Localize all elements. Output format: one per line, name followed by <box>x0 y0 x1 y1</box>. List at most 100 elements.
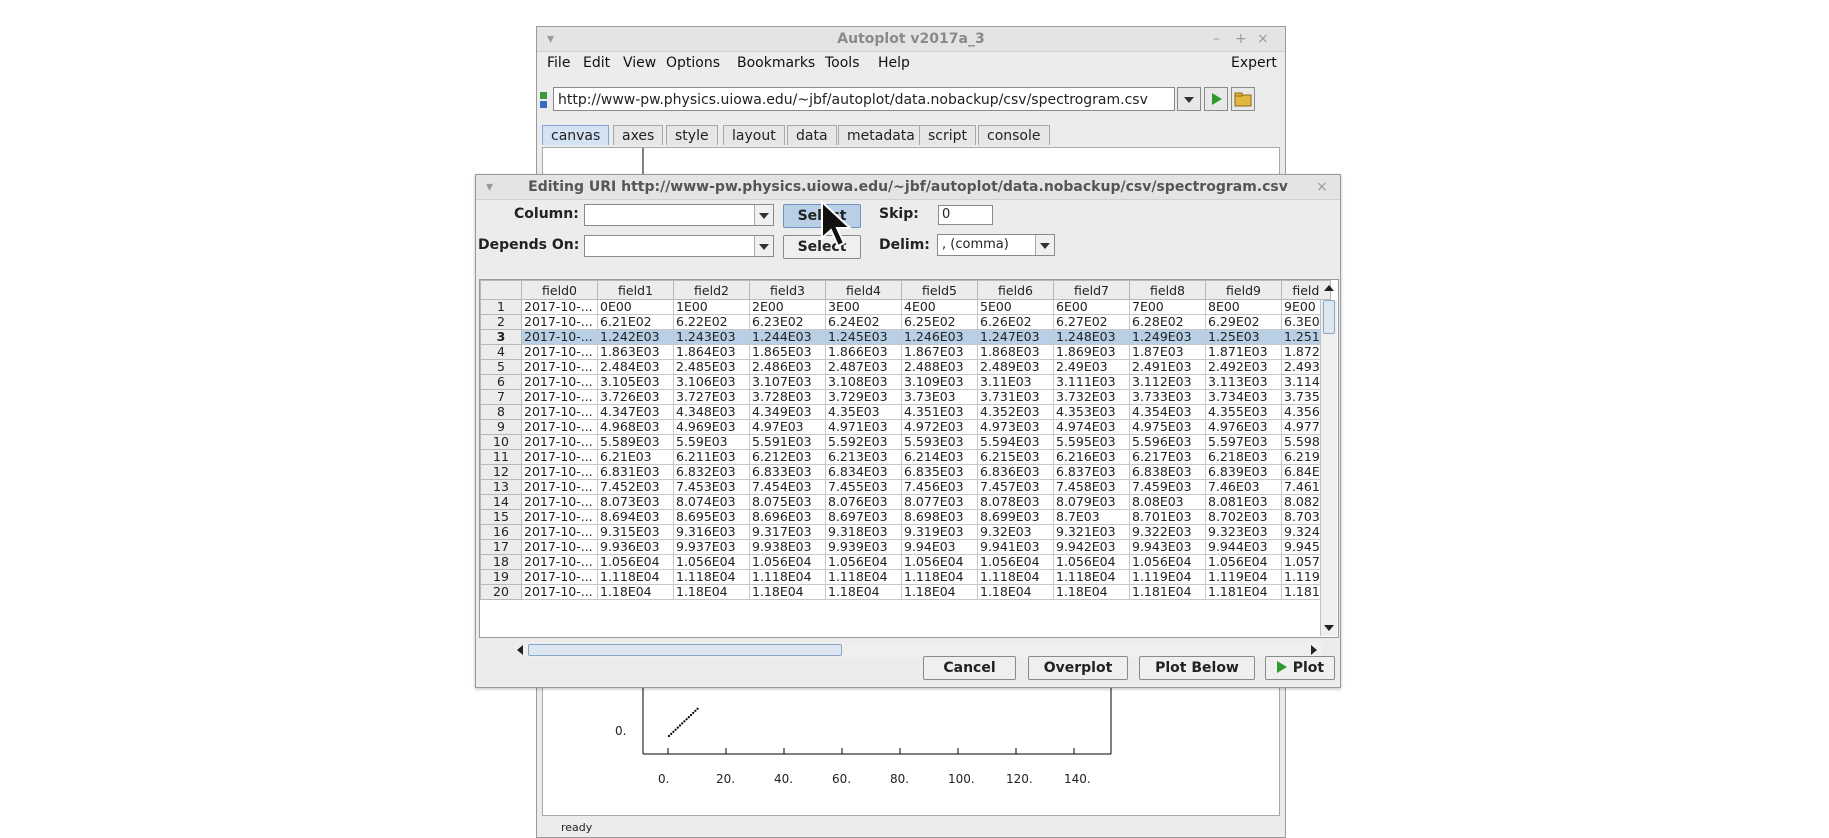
table-cell[interactable]: 8.077E03 <box>901 494 978 510</box>
tab-layout[interactable]: layout <box>723 125 785 145</box>
table-cell[interactable]: 1.056E04 <box>901 554 978 570</box>
table-row[interactable]: 9 2017-10-... 4.968E03 4.969E03 4.97E03 4.971… <box>480 419 1331 435</box>
table-cell[interactable]: 8.076E03 <box>825 494 902 510</box>
table-cell[interactable]: 6.29E02 <box>1205 314 1282 330</box>
table-cell[interactable]: 3.112E03 <box>1129 374 1206 390</box>
table-cell[interactable]: 8.694E03 <box>597 509 674 525</box>
column-header[interactable]: field1 <box>597 280 674 300</box>
minimize-icon[interactable]: – <box>1213 31 1220 47</box>
table-cell[interactable]: 1.056E04 <box>749 554 826 570</box>
table-cell[interactable]: 2.488E03 <box>901 359 978 375</box>
table-cell[interactable]: 4.349E03 <box>749 404 826 420</box>
table-cell[interactable]: 2.491E03 <box>1129 359 1206 375</box>
table-cell[interactable]: 1.181E04 <box>1205 584 1282 600</box>
table-cell[interactable]: 1.871E03 <box>1205 344 1282 360</box>
uri-input[interactable]: http://www-pw.physics.uiowa.edu/~jbf/aut… <box>553 87 1175 111</box>
uri-history-dropdown[interactable] <box>1177 87 1201 111</box>
table-cell[interactable]: 1.244E03 <box>749 329 826 345</box>
table-cell[interactable]: 4.97E03 <box>749 419 826 435</box>
table-cell[interactable]: 4.975E03 <box>1129 419 1206 435</box>
table-cell[interactable]: 4.352E03 <box>977 404 1054 420</box>
table-cell[interactable]: 1.868E03 <box>977 344 1054 360</box>
table-cell[interactable]: 3.733E03 <box>1129 389 1206 405</box>
table-cell[interactable]: 9.94E03 <box>901 539 978 555</box>
table-cell[interactable]: 4.354E03 <box>1129 404 1206 420</box>
table-row[interactable]: 1 2017-10-... 0E00 1E00 2E00 3E00 4E00 5E00 6E00… <box>480 299 1331 315</box>
table-row[interactable]: 7 2017-10-... 3.726E03 3.727E03 3.728E03 3.72… <box>480 389 1331 405</box>
scroll-left-icon[interactable] <box>514 644 526 656</box>
column-header[interactable]: field6 <box>977 280 1054 300</box>
table-cell[interactable]: 2.492E03 <box>1205 359 1282 375</box>
table-cell[interactable]: 4.35E03 <box>825 404 902 420</box>
tab-data[interactable]: data <box>787 125 837 145</box>
table-cell[interactable]: 3.108E03 <box>825 374 902 390</box>
table-cell[interactable]: 1.18E04 <box>901 584 978 600</box>
column-header[interactable]: field2 <box>673 280 750 300</box>
table-cell[interactable]: 9.319E03 <box>901 524 978 540</box>
table-cell[interactable]: 3.726E03 <box>597 389 674 405</box>
table-cell[interactable]: 1.247E03 <box>977 329 1054 345</box>
chevron-down-icon[interactable] <box>754 236 773 256</box>
browse-button[interactable] <box>1231 87 1255 111</box>
table-cell[interactable]: 1.869E03 <box>1053 344 1130 360</box>
table-cell[interactable]: 6.23E02 <box>749 314 826 330</box>
table-row[interactable]: 20 2017-10-... 1.18E04 1.18E04 1.18E04 1.18E0… <box>480 584 1331 600</box>
table-cell[interactable]: 6.27E02 <box>1053 314 1130 330</box>
table-cell[interactable]: 9.32E03 <box>977 524 1054 540</box>
table-cell[interactable]: 6.21E03 <box>597 449 674 465</box>
table-cell[interactable]: 1.056E04 <box>673 554 750 570</box>
delim-combo[interactable]: , (comma) <box>937 234 1055 256</box>
table-cell[interactable]: 6.836E03 <box>977 464 1054 480</box>
table-cell[interactable]: 9.318E03 <box>825 524 902 540</box>
table-cell[interactable]: 2.489E03 <box>977 359 1054 375</box>
table-cell[interactable]: 8E00 <box>1205 299 1282 315</box>
table-cell[interactable]: 6.22E02 <box>673 314 750 330</box>
close-icon[interactable]: × <box>1257 31 1269 47</box>
table-row[interactable]: 6 2017-10-... 3.105E03 3.106E03 3.107E03 3.10… <box>480 374 1331 390</box>
table-cell[interactable]: 6.212E03 <box>749 449 826 465</box>
table-cell[interactable]: 8.699E03 <box>977 509 1054 525</box>
table-cell[interactable]: 5.593E03 <box>901 434 978 450</box>
table-cell[interactable]: 9.936E03 <box>597 539 674 555</box>
table-cell[interactable]: 4.973E03 <box>977 419 1054 435</box>
table-cell[interactable]: 6.834E03 <box>825 464 902 480</box>
table-cell[interactable]: 1.249E03 <box>1129 329 1206 345</box>
table-cell[interactable]: 0E00 <box>597 299 674 315</box>
table-cell[interactable]: 5.597E03 <box>1205 434 1282 450</box>
table-cell[interactable]: 9.316E03 <box>673 524 750 540</box>
table-cell[interactable]: 2017-10-... <box>521 584 598 600</box>
table-cell[interactable]: 3.111E03 <box>1053 374 1130 390</box>
table-cell[interactable]: 4.969E03 <box>673 419 750 435</box>
table-cell[interactable]: 8.079E03 <box>1053 494 1130 510</box>
table-cell[interactable]: 4.353E03 <box>1053 404 1130 420</box>
table-cell[interactable]: 2.484E03 <box>597 359 674 375</box>
table-cell[interactable]: 3.731E03 <box>977 389 1054 405</box>
menu-help[interactable]: Help <box>878 55 910 71</box>
column-header[interactable]: field3 <box>749 280 826 300</box>
table-row[interactable]: 2 2017-10-... 6.21E02 6.22E02 6.23E02 6.24E02… <box>480 314 1331 330</box>
table-cell[interactable]: 2017-10-... <box>521 434 598 450</box>
table-cell[interactable]: 9.941E03 <box>977 539 1054 555</box>
table-cell[interactable]: 2017-10-... <box>521 554 598 570</box>
table-cell[interactable]: 6.24E02 <box>825 314 902 330</box>
table-cell[interactable]: 9.323E03 <box>1205 524 1282 540</box>
table-cell[interactable]: 2.49E03 <box>1053 359 1130 375</box>
table-cell[interactable]: 2017-10-... <box>521 464 598 480</box>
table-cell[interactable]: 1.18E04 <box>597 584 674 600</box>
table-cell[interactable]: 8.701E03 <box>1129 509 1206 525</box>
overplot-button[interactable]: Overplot <box>1028 656 1128 680</box>
table-cell[interactable]: 2.485E03 <box>673 359 750 375</box>
table-cell[interactable]: 6.838E03 <box>1129 464 1206 480</box>
table-cell[interactable]: 2017-10-... <box>521 404 598 420</box>
column-combo[interactable] <box>584 204 774 226</box>
table-cell[interactable]: 8.08E03 <box>1129 494 1206 510</box>
table-cell[interactable]: 6.211E03 <box>673 449 750 465</box>
tab-console[interactable]: console <box>978 125 1050 145</box>
table-cell[interactable]: 1.056E04 <box>1053 554 1130 570</box>
table-cell[interactable]: 7.455E03 <box>825 479 902 495</box>
table-cell[interactable]: 1E00 <box>673 299 750 315</box>
table-cell[interactable]: 6.25E02 <box>901 314 978 330</box>
table-cell[interactable]: 4.348E03 <box>673 404 750 420</box>
table-cell[interactable]: 3E00 <box>825 299 902 315</box>
scroll-right-icon[interactable] <box>1308 644 1320 656</box>
